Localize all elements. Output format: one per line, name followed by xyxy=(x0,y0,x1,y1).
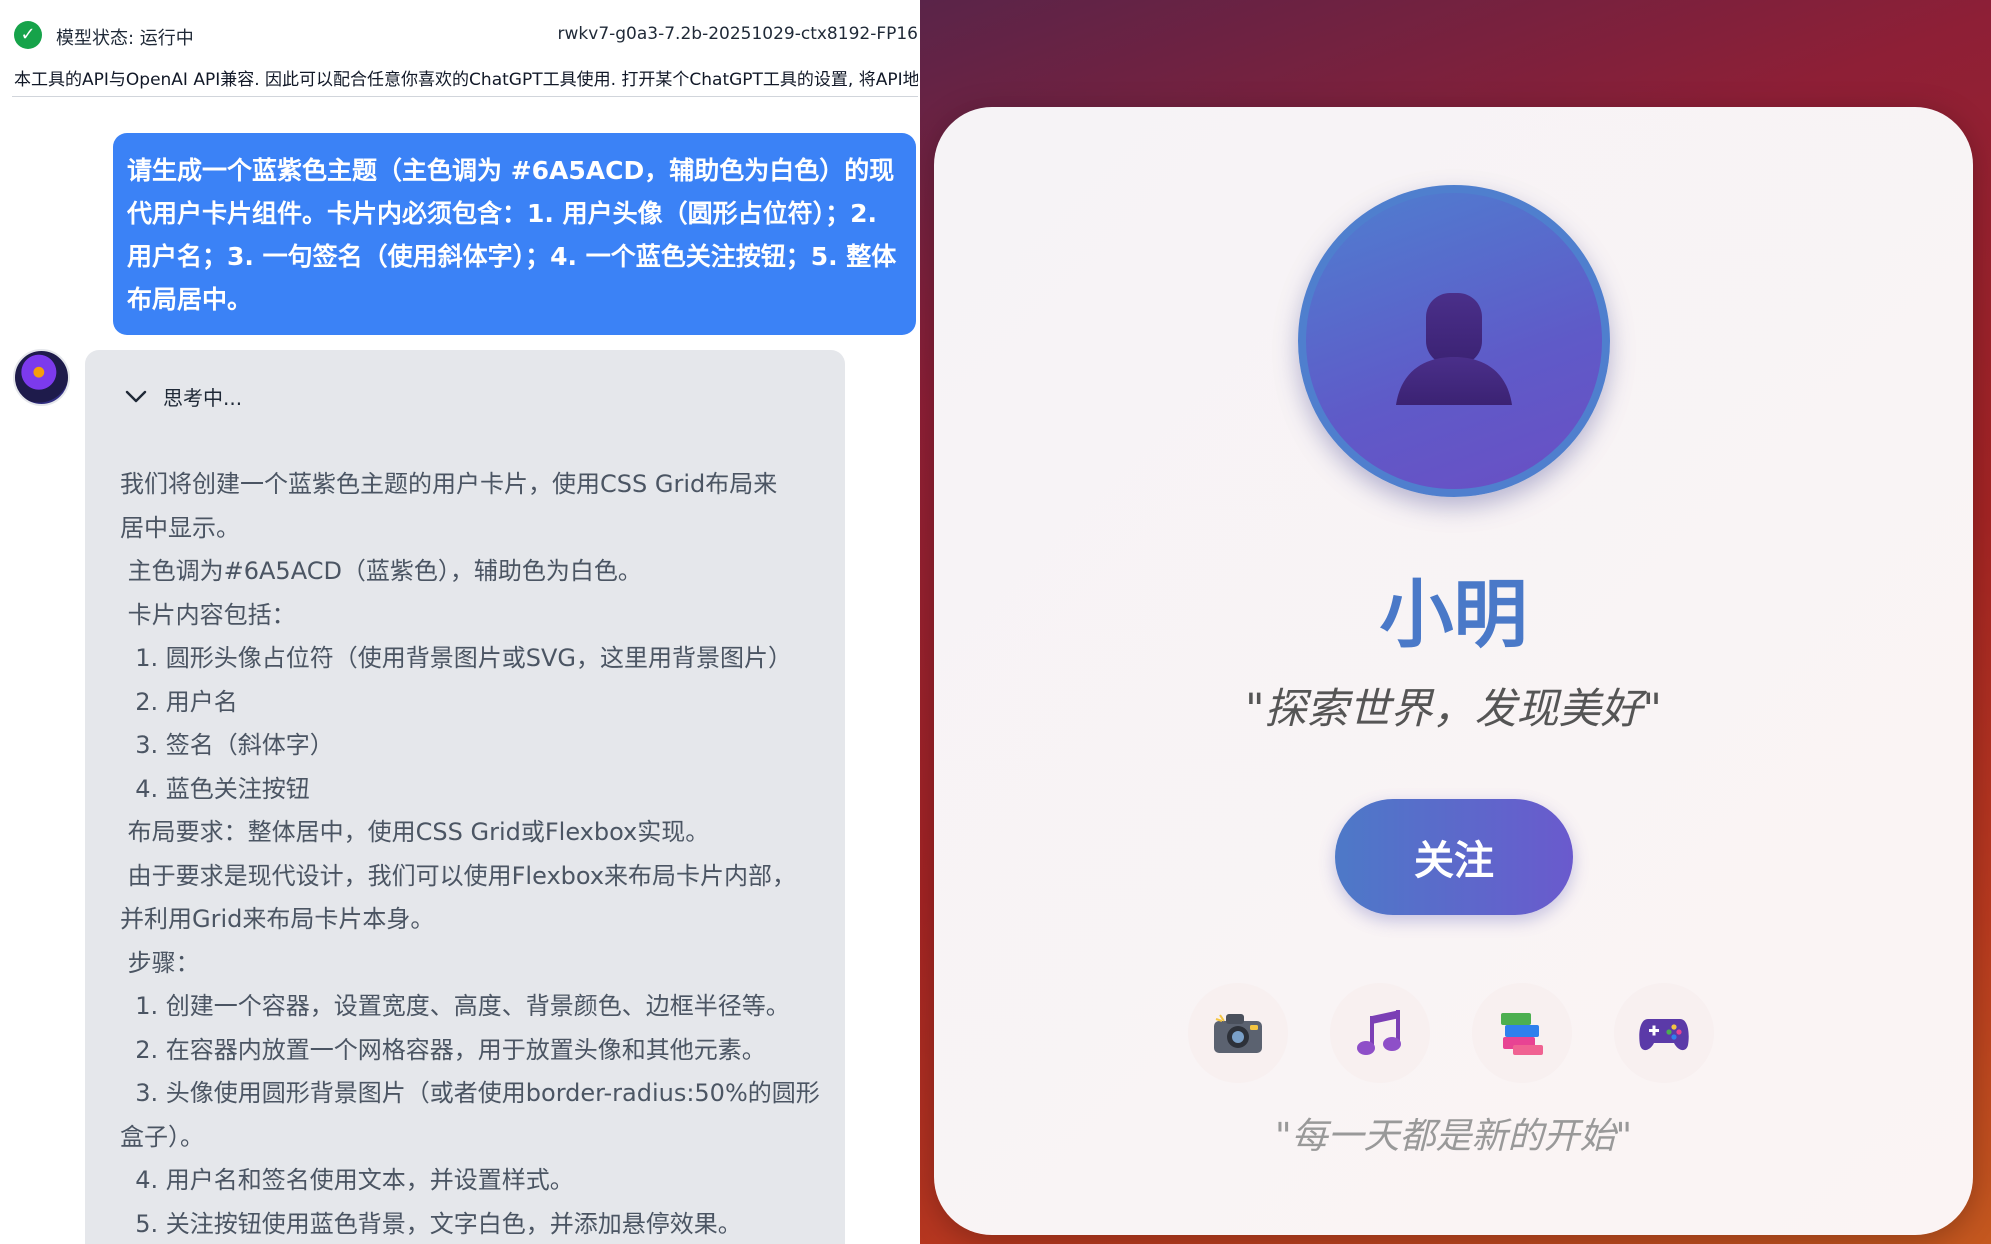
status-bar: ✓ 模型状态: 运行中 rwkv7-g0a3-7.2b-20251029-ctx… xyxy=(0,0,920,70)
thinking-line: 1. 圆形头像占位符（使用背景图片或SVG，这里用背景图片） xyxy=(120,644,793,672)
thinking-line: 4. 蓝色关注按钮 xyxy=(120,774,310,803)
user-silhouette-icon xyxy=(1396,293,1512,405)
thinking-line: 3. 签名（斜体字） xyxy=(120,731,334,759)
thinking-toggle[interactable]: 思考中... xyxy=(123,378,242,414)
thinking-line: 由于要求是现代设计，我们可以使用Flexbox来布局卡片内部， xyxy=(120,861,797,890)
assistant-message: 思考中... 我们将创建一个蓝紫色主题的用户卡片，使用CSS Grid布局来 居中… xyxy=(85,350,845,1244)
user-signature: "探索世界，发现美好" xyxy=(1245,684,1662,733)
user-name: 小明 xyxy=(1379,572,1528,658)
gamepad-graphic xyxy=(1639,1019,1689,1051)
api-info-text: 本工具的API与OpenAI API兼容. 因此可以配合任意你喜欢的ChatGP… xyxy=(14,70,918,90)
thinking-line: 2. 在容器内放置一个网格容器，用于放置头像和其他元素。 xyxy=(120,1035,766,1064)
thinking-content: 我们将创建一个蓝紫色主题的用户卡片，使用CSS Grid布局来 居中显示。 主色调… xyxy=(120,463,830,1244)
thinking-line: 盒子）。 xyxy=(120,1122,204,1151)
assistant-avatar xyxy=(13,349,70,406)
music-note-icon[interactable] xyxy=(1330,983,1430,1083)
thinking-line: 3. 头像使用圆形背景图片（或者使用border-radius:50%的圆形 xyxy=(120,1079,820,1107)
divider xyxy=(12,96,918,97)
camera-icon-graphic xyxy=(1214,1014,1262,1053)
thinking-line: 5. 关注按钮使用蓝色背景，文字白色，并添加悬停效果。 xyxy=(120,1209,742,1238)
thinking-line: 2. 用户名 xyxy=(120,687,238,716)
thinking-line: 4. 用户名和签名使用文本，并设置样式。 xyxy=(120,1166,574,1194)
camera-icon[interactable] xyxy=(1188,983,1288,1083)
thinking-line: 并利用Grid来布局卡片本身。 xyxy=(120,905,435,933)
model-name: rwkv7-g0a3-7.2b-20251029-ctx8192-FP16 xyxy=(557,24,918,44)
thinking-line: 布局要求：整体居中，使用CSS Grid或Flexbox实现。 xyxy=(120,818,710,846)
thinking-line: 步骤： xyxy=(120,948,200,977)
chevron-down-icon xyxy=(125,390,147,403)
user-message: 请生成一个蓝紫色主题（主色调为 #6A5ACD，辅助色为白色）的现代用户卡片组件… xyxy=(113,133,916,335)
follow-button[interactable]: 关注 xyxy=(1335,799,1573,915)
user-card: 小明 "探索世界，发现美好" 关注 "每一天都是新的开始" xyxy=(934,107,1973,1235)
preview-panel: 小明 "探索世界，发现美好" 关注 "每一天都是新的开始" xyxy=(920,0,1991,1244)
footer-quote: "每一天都是新的开始" xyxy=(1274,1116,1633,1157)
music-note-graphic xyxy=(1357,1010,1401,1055)
thinking-line: 1. 创建一个容器，设置宽度、高度、背景颜色、边框半径等。 xyxy=(120,992,790,1020)
books-graphic xyxy=(1501,1013,1543,1055)
books-icon[interactable] xyxy=(1472,983,1572,1083)
avatar xyxy=(1298,185,1610,497)
chat-panel: ✓ 模型状态: 运行中 rwkv7-g0a3-7.2b-20251029-ctx… xyxy=(0,0,920,1244)
gamepad-icon[interactable] xyxy=(1614,983,1714,1083)
thinking-line: 卡片内容包括： xyxy=(120,600,296,629)
thinking-line: 居中显示。 xyxy=(120,513,240,542)
check-circle-icon: ✓ xyxy=(14,21,42,49)
model-status: 模型状态: 运行中 xyxy=(56,28,194,49)
thinking-line: 我们将创建一个蓝紫色主题的用户卡片，使用CSS Grid布局来 xyxy=(120,470,778,498)
thinking-line: 主色调为#6A5ACD（蓝紫色），辅助色为白色。 xyxy=(120,557,642,585)
thinking-label: 思考中... xyxy=(163,385,243,410)
